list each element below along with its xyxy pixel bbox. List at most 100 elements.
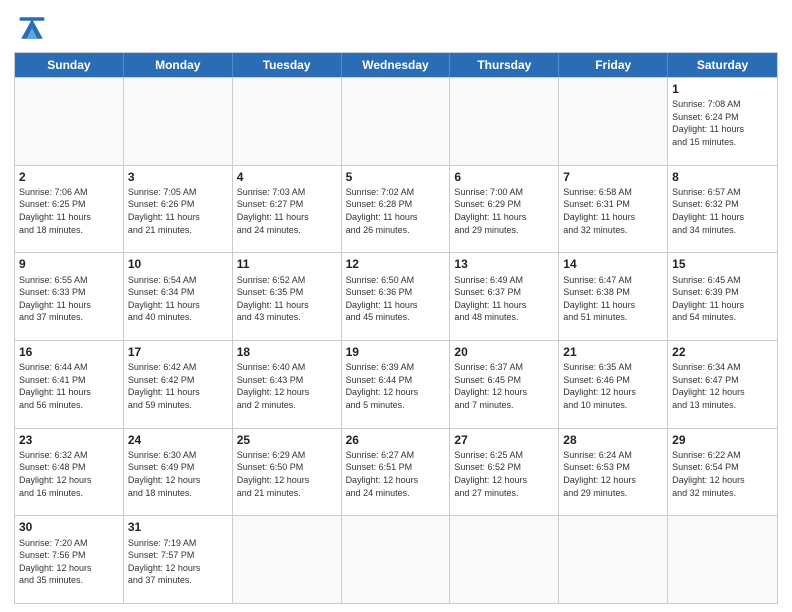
empty-cell-w5-d4 — [450, 516, 559, 603]
calendar-header: Sunday Monday Tuesday Wednesday Thursday… — [15, 53, 777, 77]
sun-info-28: Sunrise: 6:24 AM Sunset: 6:53 PM Dayligh… — [563, 449, 663, 499]
day-25: 25Sunrise: 6:29 AM Sunset: 6:50 PM Dayli… — [233, 429, 342, 516]
sun-info-5: Sunrise: 7:02 AM Sunset: 6:28 PM Dayligh… — [346, 186, 446, 236]
day-number-29: 29 — [672, 432, 773, 448]
week-row-4: 16Sunrise: 6:44 AM Sunset: 6:41 PM Dayli… — [15, 340, 777, 428]
day-number-9: 9 — [19, 256, 119, 272]
dow-thursday: Thursday — [450, 53, 559, 77]
sun-info-25: Sunrise: 6:29 AM Sunset: 6:50 PM Dayligh… — [237, 449, 337, 499]
day-18: 18Sunrise: 6:40 AM Sunset: 6:43 PM Dayli… — [233, 341, 342, 428]
sun-info-23: Sunrise: 6:32 AM Sunset: 6:48 PM Dayligh… — [19, 449, 119, 499]
empty-cell-w0-d4 — [450, 78, 559, 165]
sun-info-2: Sunrise: 7:06 AM Sunset: 6:25 PM Dayligh… — [19, 186, 119, 236]
empty-cell-w0-d3 — [342, 78, 451, 165]
empty-cell-w0-d1 — [124, 78, 233, 165]
day-23: 23Sunrise: 6:32 AM Sunset: 6:48 PM Dayli… — [15, 429, 124, 516]
day-number-4: 4 — [237, 169, 337, 185]
sun-info-31: Sunrise: 7:19 AM Sunset: 7:57 PM Dayligh… — [128, 537, 228, 587]
day-27: 27Sunrise: 6:25 AM Sunset: 6:52 PM Dayli… — [450, 429, 559, 516]
day-21: 21Sunrise: 6:35 AM Sunset: 6:46 PM Dayli… — [559, 341, 668, 428]
sun-info-12: Sunrise: 6:50 AM Sunset: 6:36 PM Dayligh… — [346, 274, 446, 324]
day-16: 16Sunrise: 6:44 AM Sunset: 6:41 PM Dayli… — [15, 341, 124, 428]
day-number-19: 19 — [346, 344, 446, 360]
week-row-3: 9 Sunrise: 6:55 AM Sunset: 6:33 PM Daylig… — [15, 252, 777, 340]
day-number-22: 22 — [672, 344, 773, 360]
sun-info-6: Sunrise: 7:00 AM Sunset: 6:29 PM Dayligh… — [454, 186, 554, 236]
day-number-13: 13 — [454, 256, 554, 272]
day-number-11: 11 — [237, 256, 337, 272]
empty-cell-w0-d0 — [15, 78, 124, 165]
day-number-2: 2 — [19, 169, 119, 185]
empty-cell-w5-d5 — [559, 516, 668, 603]
dow-saturday: Saturday — [668, 53, 777, 77]
day-number-28: 28 — [563, 432, 663, 448]
day-number-16: 16 — [19, 344, 119, 360]
generalblue-logo-icon — [14, 10, 50, 46]
empty-cell-w0-d5 — [559, 78, 668, 165]
sun-info-13: Sunrise: 6:49 AM Sunset: 6:37 PM Dayligh… — [454, 274, 554, 324]
calendar-body: 1Sunrise: 7:08 AM Sunset: 6:24 PM Daylig… — [15, 77, 777, 603]
day-9: 9 Sunrise: 6:55 AM Sunset: 6:33 PM Daylig… — [15, 253, 124, 340]
dow-tuesday: Tuesday — [233, 53, 342, 77]
sun-info-15: Sunrise: 6:45 AM Sunset: 6:39 PM Dayligh… — [672, 274, 773, 324]
logo — [14, 10, 56, 46]
calendar: Sunday Monday Tuesday Wednesday Thursday… — [14, 52, 778, 604]
day-number-27: 27 — [454, 432, 554, 448]
sun-info-1: Sunrise: 7:08 AM Sunset: 6:24 PM Dayligh… — [672, 98, 773, 148]
day-number-24: 24 — [128, 432, 228, 448]
empty-cell-w5-d2 — [233, 516, 342, 603]
empty-cell-w0-d2 — [233, 78, 342, 165]
sun-info-4: Sunrise: 7:03 AM Sunset: 6:27 PM Dayligh… — [237, 186, 337, 236]
sun-info-9: Sunrise: 6:55 AM Sunset: 6:33 PM Dayligh… — [19, 274, 119, 324]
day-number-6: 6 — [454, 169, 554, 185]
day-22: 22Sunrise: 6:34 AM Sunset: 6:47 PM Dayli… — [668, 341, 777, 428]
day-2: 2Sunrise: 7:06 AM Sunset: 6:25 PM Daylig… — [15, 166, 124, 253]
sun-info-18: Sunrise: 6:40 AM Sunset: 6:43 PM Dayligh… — [237, 361, 337, 411]
day-31: 31 Sunrise: 7:19 AM Sunset: 7:57 PM Dayli… — [124, 516, 233, 603]
day-12: 12 Sunrise: 6:50 AM Sunset: 6:36 PM Dayli… — [342, 253, 451, 340]
empty-cell-w5-d6 — [668, 516, 777, 603]
day-26: 26Sunrise: 6:27 AM Sunset: 6:51 PM Dayli… — [342, 429, 451, 516]
day-6: 6Sunrise: 7:00 AM Sunset: 6:29 PM Daylig… — [450, 166, 559, 253]
empty-cell-w5-d3 — [342, 516, 451, 603]
day-24: 24Sunrise: 6:30 AM Sunset: 6:49 PM Dayli… — [124, 429, 233, 516]
day-number-17: 17 — [128, 344, 228, 360]
sun-info-14: Sunrise: 6:47 AM Sunset: 6:38 PM Dayligh… — [563, 274, 663, 324]
day-number-14: 14 — [563, 256, 663, 272]
day-5: 5Sunrise: 7:02 AM Sunset: 6:28 PM Daylig… — [342, 166, 451, 253]
week-row-1: 1Sunrise: 7:08 AM Sunset: 6:24 PM Daylig… — [15, 77, 777, 165]
sun-info-8: Sunrise: 6:57 AM Sunset: 6:32 PM Dayligh… — [672, 186, 773, 236]
dow-sunday: Sunday — [15, 53, 124, 77]
sun-info-22: Sunrise: 6:34 AM Sunset: 6:47 PM Dayligh… — [672, 361, 773, 411]
dow-monday: Monday — [124, 53, 233, 77]
sun-info-20: Sunrise: 6:37 AM Sunset: 6:45 PM Dayligh… — [454, 361, 554, 411]
sun-info-10: Sunrise: 6:54 AM Sunset: 6:34 PM Dayligh… — [128, 274, 228, 324]
header — [14, 10, 778, 46]
day-number-12: 12 — [346, 256, 446, 272]
day-28: 28Sunrise: 6:24 AM Sunset: 6:53 PM Dayli… — [559, 429, 668, 516]
day-number-5: 5 — [346, 169, 446, 185]
day-4: 4Sunrise: 7:03 AM Sunset: 6:27 PM Daylig… — [233, 166, 342, 253]
dow-wednesday: Wednesday — [342, 53, 451, 77]
sun-info-3: Sunrise: 7:05 AM Sunset: 6:26 PM Dayligh… — [128, 186, 228, 236]
day-11: 11 Sunrise: 6:52 AM Sunset: 6:35 PM Dayli… — [233, 253, 342, 340]
week-row-5: 23Sunrise: 6:32 AM Sunset: 6:48 PM Dayli… — [15, 428, 777, 516]
day-number-3: 3 — [128, 169, 228, 185]
day-number-31: 31 — [128, 519, 228, 535]
sun-info-17: Sunrise: 6:42 AM Sunset: 6:42 PM Dayligh… — [128, 361, 228, 411]
day-8: 8Sunrise: 6:57 AM Sunset: 6:32 PM Daylig… — [668, 166, 777, 253]
day-3: 3Sunrise: 7:05 AM Sunset: 6:26 PM Daylig… — [124, 166, 233, 253]
day-number-30: 30 — [19, 519, 119, 535]
day-number-15: 15 — [672, 256, 773, 272]
day-number-23: 23 — [19, 432, 119, 448]
sun-info-24: Sunrise: 6:30 AM Sunset: 6:49 PM Dayligh… — [128, 449, 228, 499]
day-29: 29Sunrise: 6:22 AM Sunset: 6:54 PM Dayli… — [668, 429, 777, 516]
sun-info-29: Sunrise: 6:22 AM Sunset: 6:54 PM Dayligh… — [672, 449, 773, 499]
day-number-7: 7 — [563, 169, 663, 185]
sun-info-26: Sunrise: 6:27 AM Sunset: 6:51 PM Dayligh… — [346, 449, 446, 499]
day-30: 30Sunrise: 7:20 AM Sunset: 7:56 PM Dayli… — [15, 516, 124, 603]
sun-info-11: Sunrise: 6:52 AM Sunset: 6:35 PM Dayligh… — [237, 274, 337, 324]
page: Sunday Monday Tuesday Wednesday Thursday… — [0, 0, 792, 612]
day-number-18: 18 — [237, 344, 337, 360]
day-number-10: 10 — [128, 256, 228, 272]
